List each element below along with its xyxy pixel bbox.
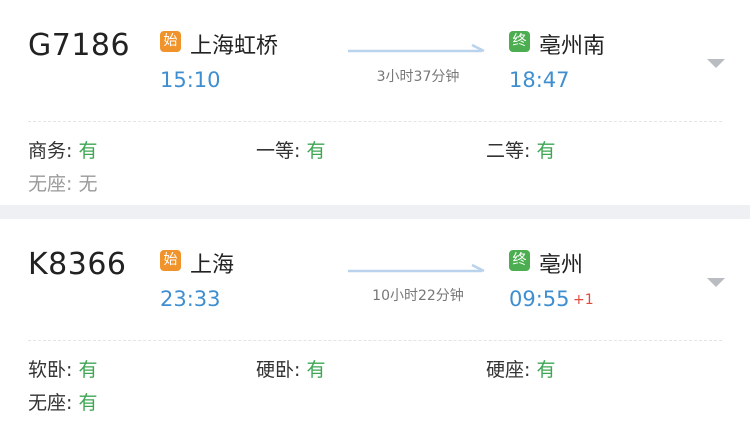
- card-separator: [0, 205, 750, 219]
- seat-type: 无座:: [28, 173, 73, 195]
- departure-station: 上海: [190, 253, 235, 278]
- arrival-time: 09:55: [509, 287, 570, 311]
- seat-availability: 无座: 无: [28, 169, 97, 196]
- seat-status: 有: [536, 359, 556, 381]
- arrival-time: 18:47: [509, 68, 570, 92]
- seat-availability: 软卧: 有: [28, 355, 97, 382]
- start-station-badge: 始: [160, 31, 181, 52]
- departure-station: 上海虹桥: [190, 34, 279, 59]
- train-number: K8366: [28, 247, 127, 282]
- seat-type: 无座:: [28, 392, 73, 414]
- seat-availability: 硬座: 有: [486, 355, 555, 382]
- seat-status: 有: [306, 359, 326, 381]
- seat-status: 有: [306, 140, 326, 162]
- train-card[interactable]: K8366 始 上海 23:33 10小时22分钟 终 亳州 09:55 +1 …: [0, 219, 750, 423]
- end-station-badge: 终: [509, 250, 530, 271]
- seat-type: 二等:: [486, 140, 531, 162]
- seat-type: 硬卧:: [256, 359, 301, 381]
- direction-arrow-icon: [348, 44, 485, 53]
- seat-type: 商务:: [28, 140, 73, 162]
- seat-status: 有: [78, 359, 98, 381]
- arrival-station: 亳州南: [539, 34, 606, 59]
- direction-arrow-icon: [348, 264, 485, 273]
- seat-availability: 商务: 有: [28, 136, 97, 163]
- divider: [28, 340, 722, 341]
- train-card[interactable]: G7186 始 上海虹桥 15:10 3小时37分钟 终 亳州南 18:47 商…: [0, 0, 750, 205]
- arrival-station: 亳州: [539, 253, 584, 278]
- departure-time: 23:33: [160, 287, 221, 311]
- seat-type: 软卧:: [28, 359, 73, 381]
- seat-type: 一等:: [256, 140, 301, 162]
- departure-time: 15:10: [160, 68, 221, 92]
- seat-availability: 一等: 有: [256, 136, 325, 163]
- travel-duration: 10小时22分钟: [372, 288, 464, 304]
- seat-type: 硬座:: [486, 359, 531, 381]
- seat-status: 有: [78, 140, 98, 162]
- seat-availability: 二等: 有: [486, 136, 555, 163]
- divider: [28, 121, 722, 122]
- start-station-badge: 始: [160, 250, 181, 271]
- travel-duration: 3小时37分钟: [376, 69, 460, 85]
- next-day-indicator: +1: [573, 292, 594, 308]
- chevron-down-icon[interactable]: [707, 59, 725, 68]
- seat-status: 无: [78, 173, 98, 195]
- seat-status: 有: [536, 140, 556, 162]
- train-number: G7186: [28, 28, 131, 63]
- seat-availability: 硬卧: 有: [256, 355, 325, 382]
- seat-status: 有: [78, 392, 98, 414]
- seat-availability: 无座: 有: [28, 388, 97, 415]
- end-station-badge: 终: [509, 31, 530, 52]
- chevron-down-icon[interactable]: [707, 278, 725, 287]
